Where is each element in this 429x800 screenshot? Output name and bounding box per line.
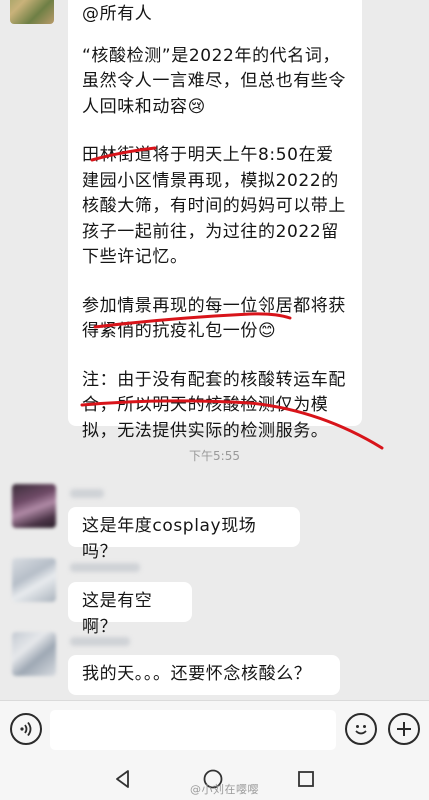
- voice-button[interactable]: [10, 713, 42, 745]
- announcement-paragraph-3: 参加情景再现的每一位邻居都将获得紧俏的抗疫礼包一份😊: [82, 295, 346, 342]
- voice-icon: [20, 721, 32, 737]
- mention-text: @所有人: [82, 4, 153, 24]
- announcement-paragraph-1: “核酸检测”是2022年的代名词，虽然令人一言难尽，但总也有些令人回味和动容😢: [82, 45, 346, 117]
- reply-bubble-2[interactable]: 这是有空啊？: [68, 582, 192, 637]
- reply-avatar-1[interactable]: [12, 484, 56, 528]
- announcement-bubble[interactable]: @所有人 “核酸检测”是2022年的代名词，虽然令人一言难尽，但总也有些令人回味…: [68, 0, 362, 441]
- sender-name-2: [70, 563, 140, 572]
- input-bar: [0, 700, 429, 758]
- announcement-paragraph-2: 田林街道将于明天上午8:50在爱建园小区情景再现，模拟2022的核酸大筛，有时间…: [82, 145, 346, 267]
- reply-bubble-1[interactable]: 这是年度cosplay现场吗？: [68, 507, 300, 562]
- time-separator: 下午5:55: [189, 449, 240, 463]
- sender-name-1: [70, 489, 104, 498]
- triangle-back-icon[interactable]: [112, 768, 134, 790]
- more-button[interactable]: [388, 713, 420, 745]
- reply-text-3: 我的天。。。还要怀念核酸么？: [82, 664, 312, 684]
- announcement-paragraph-4: 注：由于没有配套的核酸转运车配合，所以明天的核酸检测仅为模拟，无法提供实际的检测…: [82, 369, 346, 441]
- emoji-button[interactable]: [345, 713, 377, 745]
- sender-avatar[interactable]: [10, 0, 54, 24]
- reply-bubble-3[interactable]: 我的天。。。还要怀念核酸么？: [68, 655, 340, 695]
- reply-avatar-3[interactable]: [12, 632, 56, 676]
- smiley-icon: [355, 725, 367, 735]
- reply-avatar-2[interactable]: [12, 558, 56, 602]
- square-recent-icon[interactable]: [295, 768, 317, 790]
- chat-area[interactable]: @所有人 “核酸检测”是2022年的代名词，虽然令人一言难尽，但总也有些令人回味…: [0, 0, 429, 700]
- weibo-watermark: @小刘在嘤嘤: [190, 783, 259, 796]
- reply-text-1: 这是年度cosplay现场吗？: [82, 516, 257, 562]
- plus-icon: [397, 722, 411, 736]
- sender-name-3: [70, 637, 130, 646]
- message-input[interactable]: [50, 710, 336, 750]
- reply-text-2: 这是有空啊？: [82, 591, 153, 637]
